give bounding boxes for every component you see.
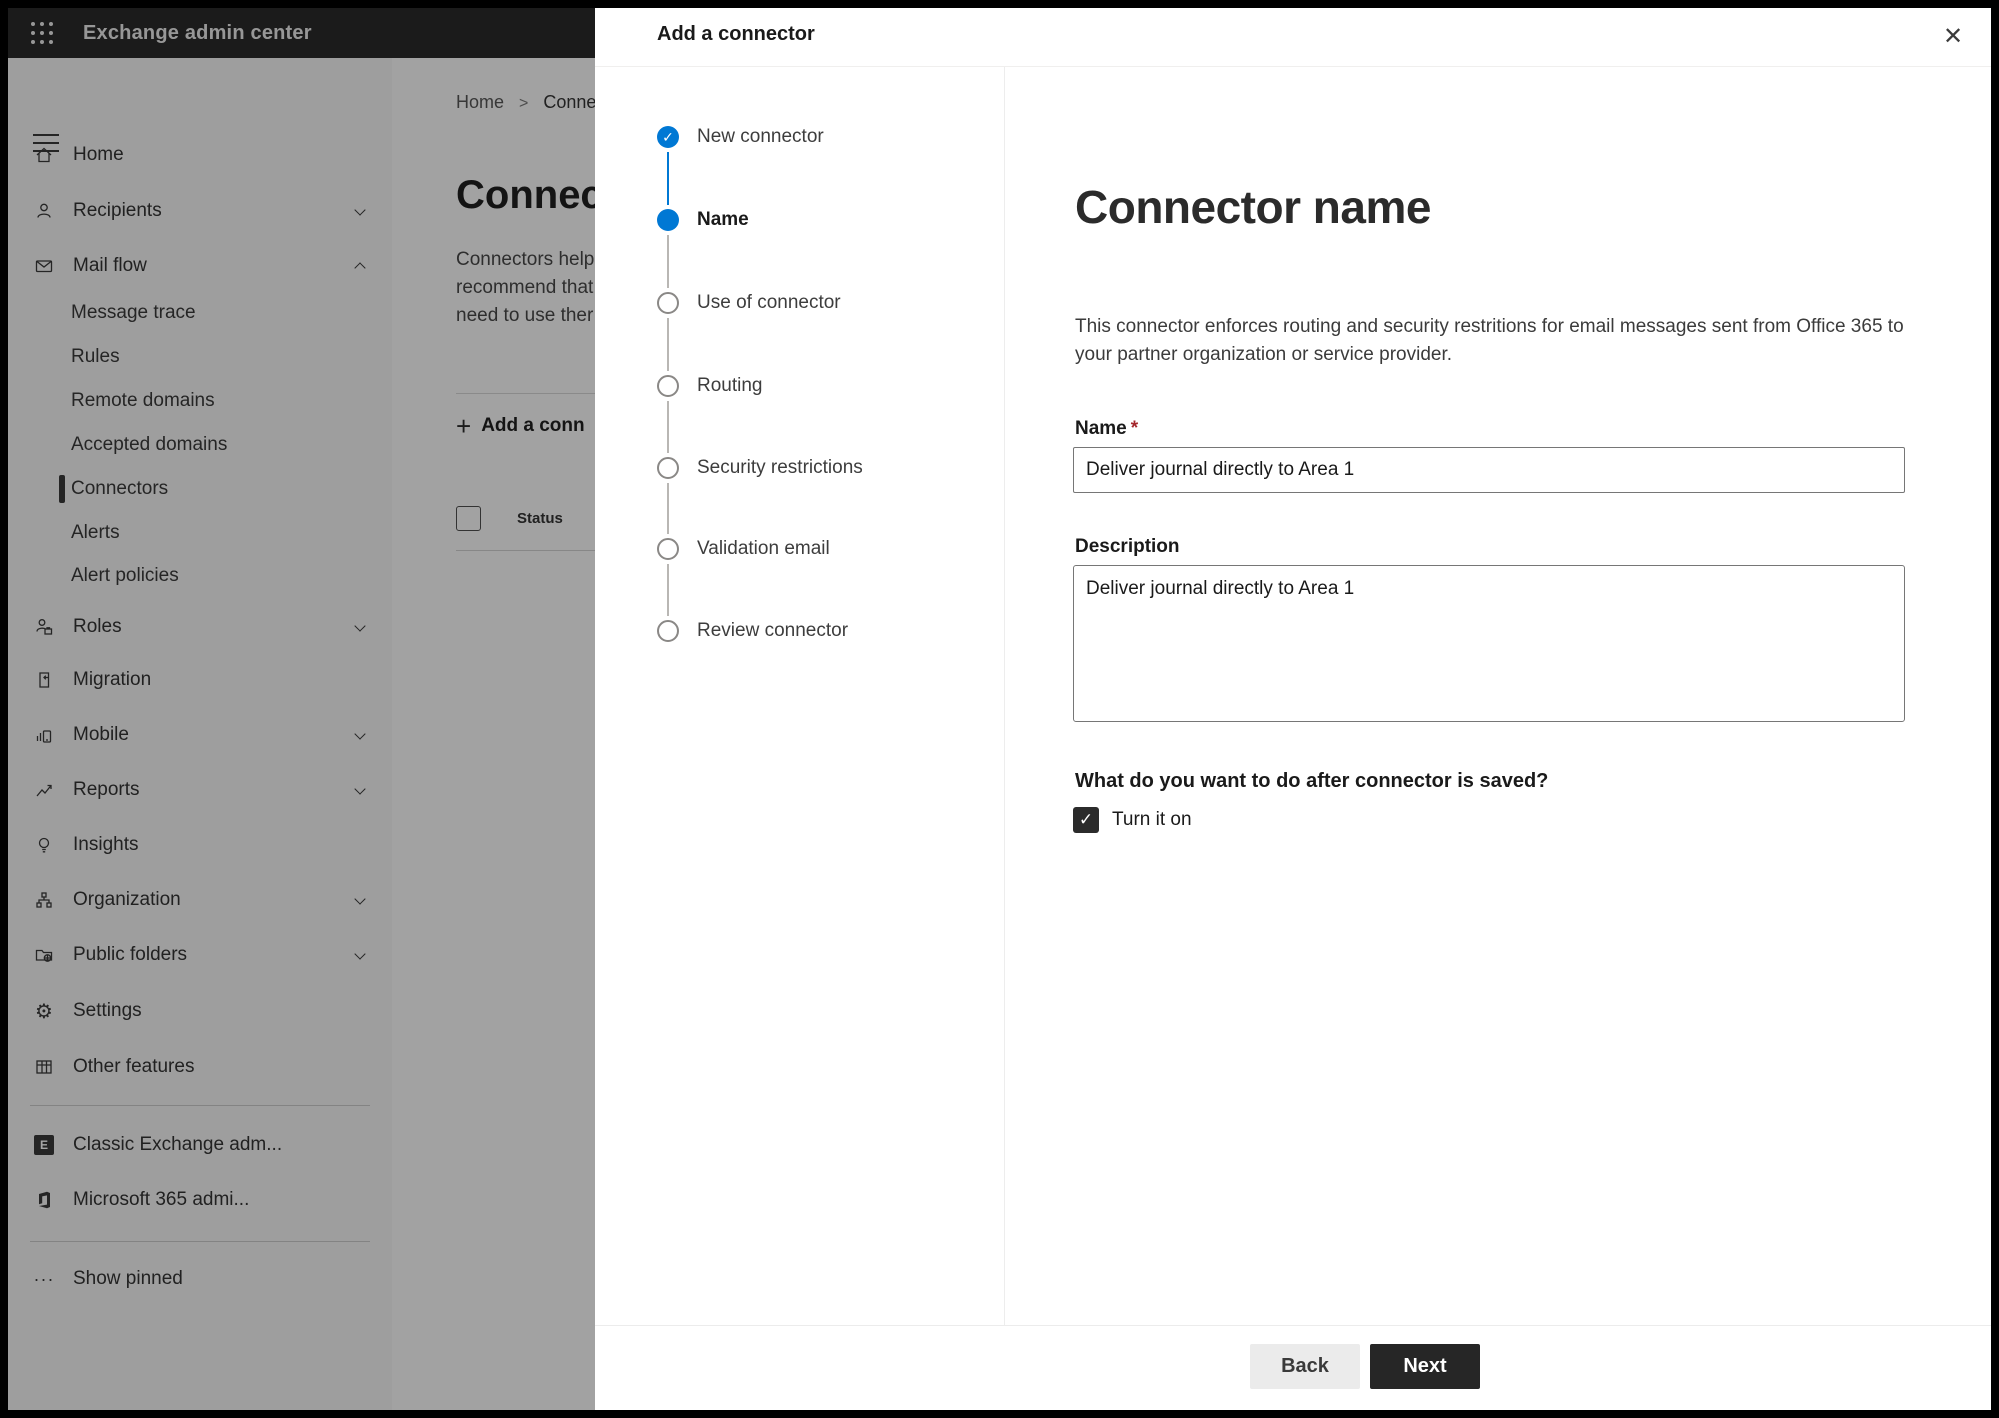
step-connector-line	[667, 318, 669, 371]
step-current-dot	[657, 209, 679, 231]
step-connector-line	[667, 235, 669, 288]
back-button[interactable]: Back	[1250, 1344, 1360, 1389]
wizard-panel-divider	[1004, 67, 1005, 1325]
name-field-label: Name *	[1075, 418, 1139, 439]
step-heading: Connector name	[1075, 181, 1431, 233]
step-connector-line	[667, 564, 669, 616]
step-connector-line	[667, 401, 669, 453]
step-upcoming-circle	[657, 292, 679, 314]
step-upcoming-circle	[657, 620, 679, 642]
wizard-step-validation-email[interactable]: Validation email	[595, 532, 995, 566]
after-save-question: What do you want to do after connector i…	[1075, 770, 1549, 792]
step-connector-line	[667, 152, 669, 205]
step-upcoming-circle	[657, 375, 679, 397]
checked-checkbox-icon[interactable]: ✓	[1073, 807, 1099, 833]
step-upcoming-circle	[657, 457, 679, 479]
exchange-admin-app: Exchange admin center Home Recipients Ma…	[8, 8, 1991, 1410]
step-completed-check-icon: ✓	[657, 126, 679, 148]
dialog-footer-divider	[595, 1325, 1991, 1326]
wizard-step-review-connector[interactable]: Review connector	[595, 614, 995, 648]
required-asterisk: *	[1130, 418, 1139, 439]
dialog-header-divider	[595, 66, 1991, 67]
connector-description-textarea[interactable]: Deliver journal directly to Area 1	[1073, 565, 1905, 722]
wizard-step-security-restrictions[interactable]: Security restrictions	[595, 451, 995, 485]
wizard-step-new-connector[interactable]: ✓ New connector	[595, 120, 995, 154]
turn-it-on-label: Turn it on	[1112, 809, 1192, 830]
wizard-step-use-of-connector[interactable]: Use of connector	[595, 286, 995, 320]
wizard-step-name[interactable]: Name	[595, 203, 995, 237]
step-upcoming-circle	[657, 538, 679, 560]
add-connector-dialog: Add a connector ✕ ✓ New connector Name U…	[595, 8, 1991, 1410]
wizard-step-routing[interactable]: Routing	[595, 369, 995, 403]
turn-it-on-checkbox-row[interactable]: ✓ Turn it on	[1073, 806, 1192, 834]
close-icon[interactable]: ✕	[1935, 18, 1971, 54]
next-button[interactable]: Next	[1370, 1344, 1480, 1389]
step-connector-line	[667, 483, 669, 534]
step-description: This connector enforces routing and secu…	[1075, 316, 1904, 365]
screenshot-frame: Exchange admin center Home Recipients Ma…	[0, 0, 1999, 1418]
description-field-label: Description	[1075, 536, 1180, 557]
dialog-title: Add a connector	[657, 23, 815, 45]
connector-name-input[interactable]	[1073, 447, 1905, 493]
